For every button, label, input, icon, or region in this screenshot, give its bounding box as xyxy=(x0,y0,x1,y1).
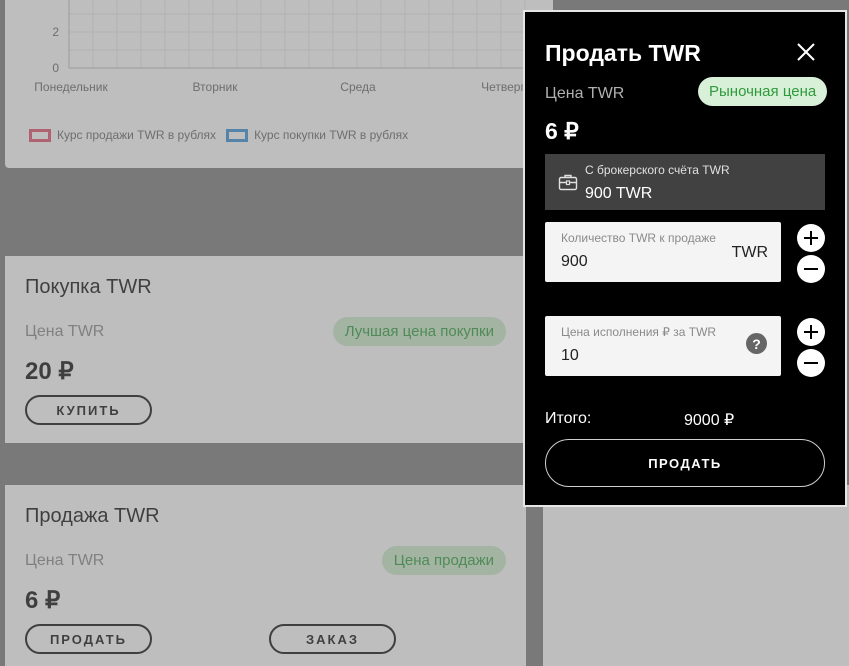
broker-account-label: С брокерского счёта TWR xyxy=(585,163,730,177)
exec-price-field[interactable]: Цена исполнения ₽ за TWR ? xyxy=(545,316,781,376)
modal-price-value: 6 ₽ xyxy=(545,118,579,144)
quantity-field[interactable]: Количество TWR к продаже TWR xyxy=(545,222,781,282)
quantity-plus-button[interactable] xyxy=(797,224,825,252)
quantity-label: Количество TWR к продаже xyxy=(561,231,716,245)
quantity-unit: TWR xyxy=(731,244,768,261)
market-price-badge: Рыночная цена xyxy=(698,77,828,106)
exec-price-label: Цена исполнения ₽ за TWR xyxy=(561,325,717,339)
close-icon[interactable] xyxy=(793,39,819,65)
total-label: Итого: xyxy=(545,410,592,427)
minus-icon xyxy=(804,362,818,364)
broker-account-select[interactable]: С брокерского счёта TWR 900 TWR xyxy=(545,154,825,210)
plus-icon xyxy=(804,231,818,245)
quantity-minus-button[interactable] xyxy=(797,255,825,283)
exec-price-minus-button[interactable] xyxy=(797,349,825,377)
briefcase-icon xyxy=(558,173,578,196)
sell-modal: Продать TWR Цена TWR Рыночная цена 6 ₽ С… xyxy=(523,10,847,507)
total-value: 9000 ₽ xyxy=(684,412,735,429)
exec-price-plus-button[interactable] xyxy=(797,318,825,346)
plus-icon xyxy=(804,325,818,339)
minus-icon xyxy=(804,268,818,270)
help-icon[interactable]: ? xyxy=(746,333,767,354)
exec-price-input[interactable] xyxy=(561,347,711,365)
modal-sell-button[interactable]: ПРОДАТЬ xyxy=(545,439,825,487)
quantity-input[interactable] xyxy=(561,253,711,271)
broker-account-value: 900 TWR xyxy=(585,185,653,202)
modal-price-label: Цена TWR xyxy=(545,85,625,102)
modal-title: Продать TWR xyxy=(545,40,701,66)
